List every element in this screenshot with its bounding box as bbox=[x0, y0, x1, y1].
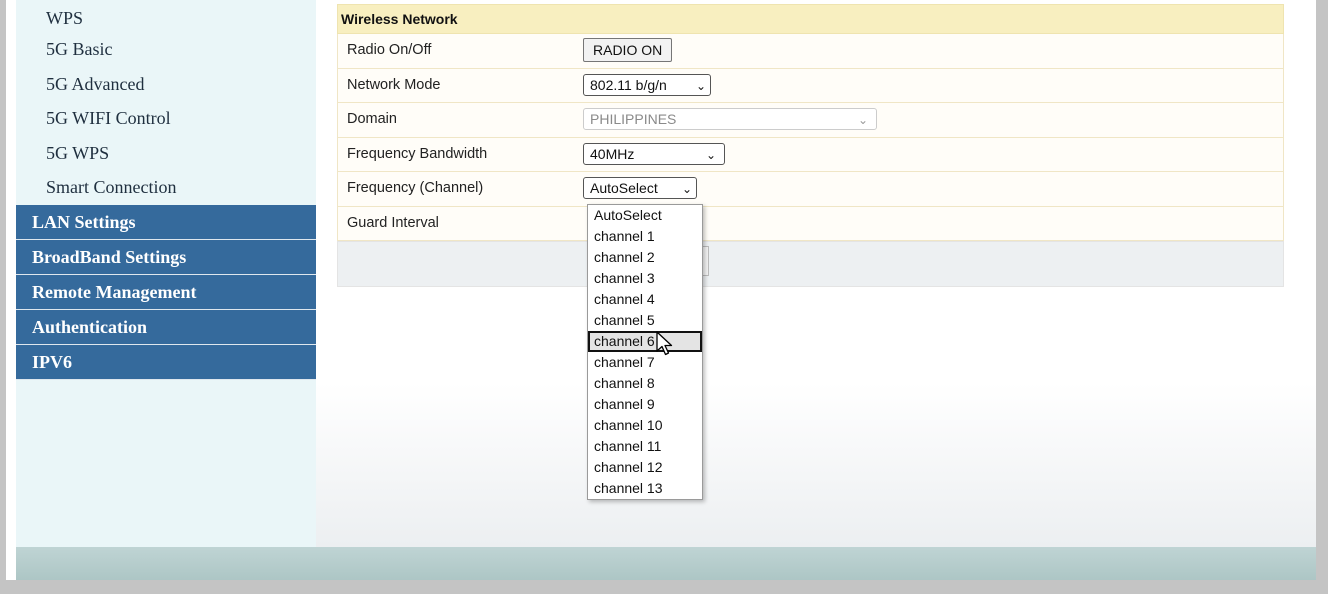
chevron-down-icon: ⌄ bbox=[857, 113, 868, 127]
sidebar-item-lan-settings[interactable]: LAN Settings bbox=[16, 204, 316, 240]
chevron-down-icon: ⌄ bbox=[695, 78, 706, 93]
channel-value: AutoSelect bbox=[590, 180, 658, 196]
channel-option[interactable]: channel 10 bbox=[588, 415, 702, 436]
sidebar-item-5g-wifi-control[interactable]: 5G WIFI Control bbox=[16, 101, 316, 136]
channel-option[interactable]: channel 9 bbox=[588, 394, 702, 415]
sidebar-item-smart-connection[interactable]: Smart Connection bbox=[16, 170, 316, 205]
arrow-pointer-icon bbox=[656, 331, 673, 356]
channel-option[interactable]: channel 12 bbox=[588, 457, 702, 478]
channel-option[interactable]: channel 4 bbox=[588, 289, 702, 310]
footer-bar bbox=[16, 547, 1316, 580]
sidebar: WPS 5G Basic 5G Advanced 5G WIFI Control… bbox=[16, 0, 316, 547]
channel-option[interactable]: channel 1 bbox=[588, 226, 702, 247]
sidebar-item-wps[interactable]: WPS bbox=[16, 4, 316, 32]
sidebar-item-5g-basic[interactable]: 5G Basic bbox=[16, 32, 316, 67]
row-bandwidth: Frequency Bandwidth 40MHz ⌄ bbox=[337, 137, 1284, 172]
row-channel: Frequency (Channel) AutoSelect ⌄ bbox=[337, 172, 1284, 207]
row-domain: Domain PHILIPPINES ⌄ bbox=[337, 103, 1284, 138]
chevron-down-icon: ⌄ bbox=[705, 147, 716, 162]
row-guard-interval: Guard Interval bbox=[337, 206, 1284, 241]
sidebar-item-broadband-settings[interactable]: BroadBand Settings bbox=[16, 239, 316, 275]
domain-select: PHILIPPINES ⌄ bbox=[583, 108, 877, 130]
guard-interval-label: Guard Interval bbox=[347, 214, 439, 231]
channel-option[interactable]: channel 11 bbox=[588, 436, 702, 457]
channel-dropdown-list[interactable]: AutoSelect channel 1 channel 2 channel 3… bbox=[587, 204, 703, 500]
network-mode-select[interactable]: 802.11 b/g/n ⌄ bbox=[583, 73, 711, 96]
sidebar-item-5g-wps[interactable]: 5G WPS bbox=[16, 136, 316, 171]
chevron-down-icon: ⌄ bbox=[681, 182, 692, 196]
channel-option-hovered[interactable]: channel 6 bbox=[588, 331, 702, 352]
network-mode-value: 802.11 b/g/n bbox=[590, 76, 667, 93]
bandwidth-value: 40MHz bbox=[590, 145, 635, 162]
row-network-mode: Network Mode 802.11 b/g/n ⌄ bbox=[337, 68, 1284, 103]
channel-option[interactable]: channel 3 bbox=[588, 268, 702, 289]
channel-option[interactable]: channel 5 bbox=[588, 310, 702, 331]
channel-option[interactable]: channel 2 bbox=[588, 247, 702, 268]
channel-label: Frequency (Channel) bbox=[347, 180, 484, 196]
sidebar-item-ipv6[interactable]: IPV6 bbox=[16, 344, 316, 380]
sidebar-item-5g-advanced[interactable]: 5G Advanced bbox=[16, 67, 316, 102]
domain-value: PHILIPPINES bbox=[590, 111, 677, 127]
channel-option[interactable]: AutoSelect bbox=[588, 205, 702, 226]
row-radio: Radio On/Off RADIO ON bbox=[337, 34, 1284, 69]
domain-label: Domain bbox=[347, 111, 397, 127]
channel-select[interactable]: AutoSelect ⌄ bbox=[583, 177, 697, 199]
bandwidth-label: Frequency Bandwidth bbox=[347, 145, 488, 162]
panel-actions bbox=[337, 241, 1284, 287]
channel-option[interactable]: channel 7 bbox=[588, 352, 702, 373]
radio-label: Radio On/Off bbox=[347, 42, 432, 58]
channel-option[interactable]: channel 8 bbox=[588, 373, 702, 394]
panel-title: Wireless Network bbox=[337, 4, 1284, 34]
channel-option[interactable]: channel 13 bbox=[588, 478, 702, 499]
sidebar-item-remote-management[interactable]: Remote Management bbox=[16, 274, 316, 310]
sidebar-item-authentication[interactable]: Authentication bbox=[16, 309, 316, 345]
network-mode-label: Network Mode bbox=[347, 76, 441, 93]
bandwidth-select[interactable]: 40MHz ⌄ bbox=[583, 142, 725, 165]
radio-toggle-button[interactable]: RADIO ON bbox=[583, 38, 673, 62]
wireless-network-panel: Wireless Network Radio On/Off RADIO ON N… bbox=[337, 4, 1284, 287]
